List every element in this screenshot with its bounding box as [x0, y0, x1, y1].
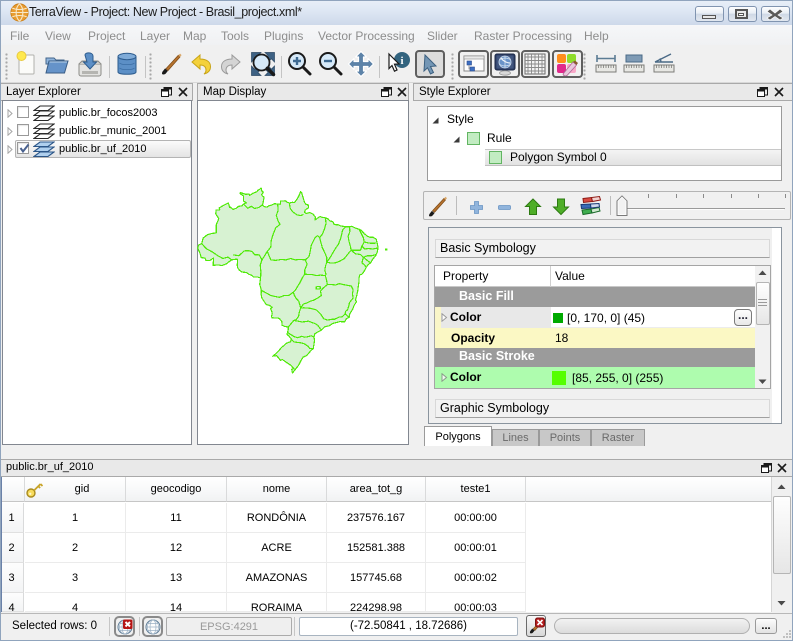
svg-text:i: i — [400, 55, 403, 67]
